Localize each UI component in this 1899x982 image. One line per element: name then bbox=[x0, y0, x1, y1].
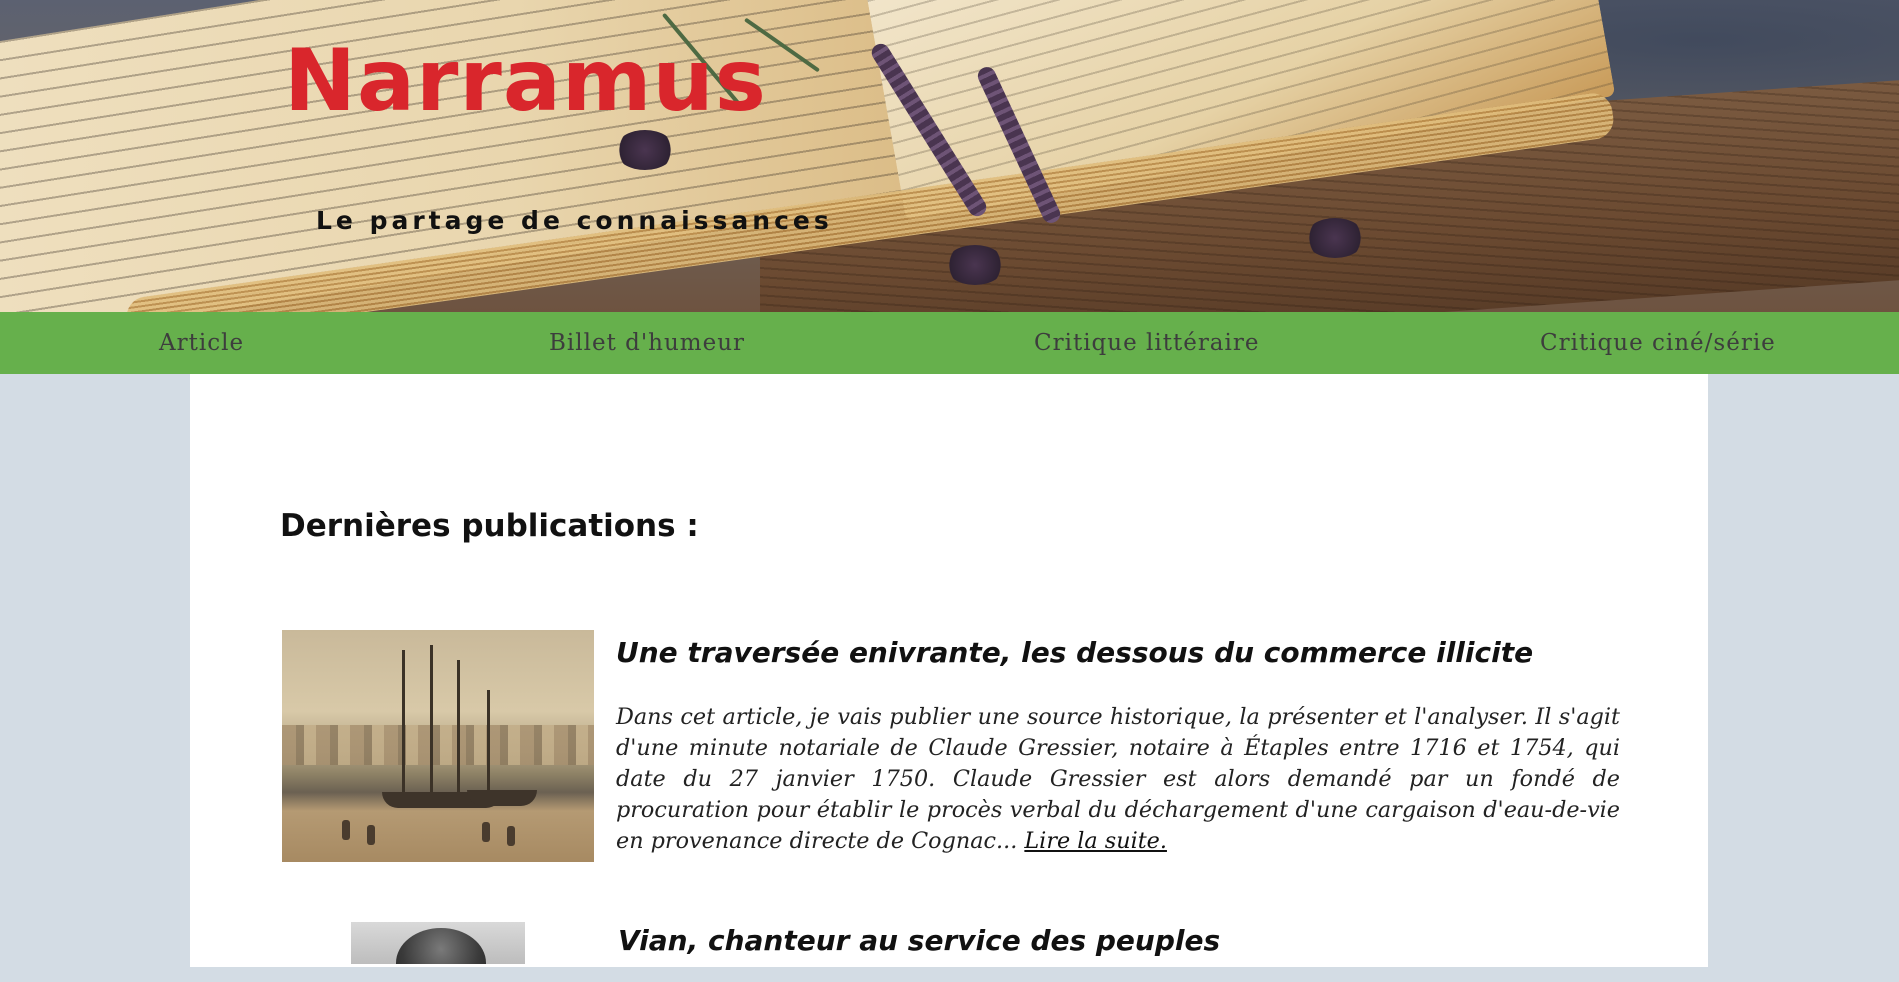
harbor-painting-image bbox=[282, 630, 594, 862]
nav-item-article[interactable]: Article bbox=[159, 312, 244, 374]
lavender-bud bbox=[615, 130, 675, 170]
main-content: Dernières publications : Une traversée e… bbox=[190, 374, 1708, 967]
painting-mast bbox=[430, 645, 433, 795]
painting-town bbox=[282, 725, 594, 765]
painting-figure bbox=[507, 826, 515, 846]
painting-figure bbox=[342, 820, 350, 840]
nav-item-billet-humeur[interactable]: Billet d'humeur bbox=[549, 312, 745, 374]
post-thumbnail[interactable] bbox=[282, 630, 594, 862]
painting-hull bbox=[467, 790, 537, 806]
site-subtitle: Le partage de connaissances bbox=[316, 206, 833, 235]
post-card: Une traversée enivrante, les dessous du … bbox=[282, 630, 1620, 870]
portrait-head bbox=[396, 928, 486, 964]
post-thumbnail[interactable] bbox=[351, 922, 525, 964]
portrait-image bbox=[351, 922, 525, 964]
painting-mast bbox=[402, 650, 405, 795]
post-excerpt: Dans cet article, je vais publier une so… bbox=[616, 702, 1620, 857]
painting-figure bbox=[367, 825, 375, 845]
site-title[interactable]: Narramus bbox=[284, 38, 767, 124]
nav-item-critique-litteraire[interactable]: Critique littéraire bbox=[1034, 312, 1259, 374]
read-more-link[interactable]: Lire la suite. bbox=[1024, 828, 1167, 854]
painting-mast bbox=[457, 660, 460, 795]
main-nav: Article Billet d'humeur Critique littéra… bbox=[0, 312, 1899, 374]
section-title: Dernières publications : bbox=[280, 508, 699, 544]
painting-mast bbox=[487, 690, 490, 795]
post-card: Vian, chanteur au service des peuples bbox=[282, 922, 1582, 982]
post-title[interactable]: Une traversée enivrante, les dessous du … bbox=[616, 636, 1533, 669]
nav-item-critique-cine-serie[interactable]: Critique ciné/série bbox=[1540, 312, 1776, 374]
post-title[interactable]: Vian, chanteur au service des peuples bbox=[618, 924, 1220, 957]
site-header: Narramus Le partage de connaissances bbox=[0, 0, 1899, 312]
lavender-bud bbox=[945, 245, 1005, 285]
painting-figure bbox=[482, 822, 490, 842]
lavender-bud bbox=[1305, 218, 1365, 258]
